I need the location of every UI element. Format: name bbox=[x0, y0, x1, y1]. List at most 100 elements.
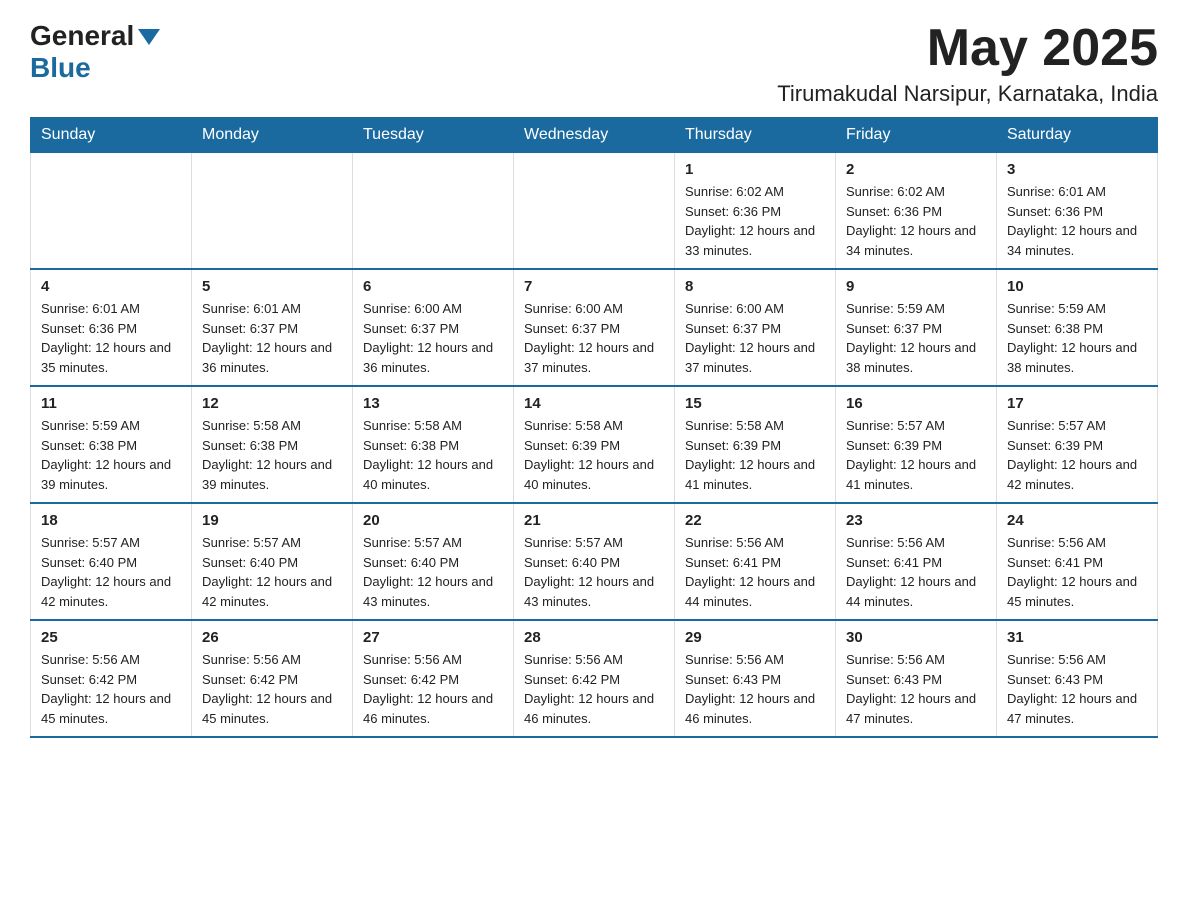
day-info: Sunrise: 6:00 AMSunset: 6:37 PMDaylight:… bbox=[524, 299, 664, 377]
calendar-cell: 1 Sunrise: 6:02 AMSunset: 6:36 PMDaylight… bbox=[675, 153, 836, 270]
page-header: General Blue May 2025 Tirumakudal Narsip… bbox=[30, 20, 1158, 107]
day-of-week-header: Thursday bbox=[675, 118, 836, 153]
calendar-cell: 21 Sunrise: 5:57 AMSunset: 6:40 PMDayligh… bbox=[514, 503, 675, 620]
day-number: 10 bbox=[1007, 278, 1147, 295]
day-number: 7 bbox=[524, 278, 664, 295]
logo-arrow-icon bbox=[138, 29, 160, 50]
calendar-body: 1 Sunrise: 6:02 AMSunset: 6:36 PMDaylight… bbox=[31, 153, 1158, 738]
calendar-week-row: 25Sunrise: 5:56 AMSunset: 6:42 PMDayligh… bbox=[31, 620, 1158, 737]
calendar-cell: 9Sunrise: 5:59 AMSunset: 6:37 PMDaylight… bbox=[836, 269, 997, 386]
day-info: Sunrise: 5:56 AMSunset: 6:42 PMDaylight:… bbox=[202, 650, 342, 728]
calendar-cell: 16Sunrise: 5:57 AMSunset: 6:39 PMDayligh… bbox=[836, 386, 997, 503]
location-title: Tirumakudal Narsipur, Karnataka, India bbox=[777, 81, 1158, 107]
calendar-header: SundayMondayTuesdayWednesdayThursdayFrid… bbox=[31, 118, 1158, 153]
calendar-cell: 24 Sunrise: 5:56 AMSunset: 6:41 PMDayligh… bbox=[997, 503, 1158, 620]
day-number: 18 bbox=[41, 512, 181, 529]
day-info: Sunrise: 5:56 AMSunset: 6:42 PMDaylight:… bbox=[524, 650, 664, 728]
calendar-week-row: 11Sunrise: 5:59 AMSunset: 6:38 PMDayligh… bbox=[31, 386, 1158, 503]
day-number: 29 bbox=[685, 629, 825, 646]
day-number: 5 bbox=[202, 278, 342, 295]
day-number: 3 bbox=[1007, 161, 1147, 178]
calendar-cell: 17 Sunrise: 5:57 AMSunset: 6:39 PMDayligh… bbox=[997, 386, 1158, 503]
day-info: Sunrise: 6:01 AMSunset: 6:37 PMDaylight:… bbox=[202, 299, 342, 377]
calendar-cell bbox=[31, 153, 192, 270]
day-info: Sunrise: 5:59 AMSunset: 6:38 PMDaylight:… bbox=[41, 416, 181, 494]
calendar-cell: 3 Sunrise: 6:01 AMSunset: 6:36 PMDaylight… bbox=[997, 153, 1158, 270]
day-number: 19 bbox=[202, 512, 342, 529]
day-number: 21 bbox=[524, 512, 664, 529]
calendar-cell: 6 Sunrise: 6:00 AMSunset: 6:37 PMDaylight… bbox=[353, 269, 514, 386]
day-number: 20 bbox=[363, 512, 503, 529]
day-number: 28 bbox=[524, 629, 664, 646]
day-info: Sunrise: 6:02 AMSunset: 6:36 PMDaylight:… bbox=[846, 182, 986, 260]
day-info: Sunrise: 5:58 AMSunset: 6:38 PMDaylight:… bbox=[363, 416, 503, 494]
calendar-table: SundayMondayTuesdayWednesdayThursdayFrid… bbox=[30, 117, 1158, 738]
day-of-week-header: Sunday bbox=[31, 118, 192, 153]
day-number: 6 bbox=[363, 278, 503, 295]
day-info: Sunrise: 5:57 AMSunset: 6:40 PMDaylight:… bbox=[202, 533, 342, 611]
logo-general-text: General bbox=[30, 20, 134, 52]
day-info: Sunrise: 6:01 AMSunset: 6:36 PMDaylight:… bbox=[1007, 182, 1147, 260]
day-number: 12 bbox=[202, 395, 342, 412]
calendar-cell: 10 Sunrise: 5:59 AMSunset: 6:38 PMDayligh… bbox=[997, 269, 1158, 386]
calendar-week-row: 4Sunrise: 6:01 AMSunset: 6:36 PMDaylight… bbox=[31, 269, 1158, 386]
day-info: Sunrise: 5:59 AMSunset: 6:37 PMDaylight:… bbox=[846, 299, 986, 377]
calendar-cell: 27 Sunrise: 5:56 AMSunset: 6:42 PMDayligh… bbox=[353, 620, 514, 737]
day-number: 24 bbox=[1007, 512, 1147, 529]
day-info: Sunrise: 5:57 AMSunset: 6:40 PMDaylight:… bbox=[363, 533, 503, 611]
calendar-cell: 18 Sunrise: 5:57 AMSunset: 6:40 PMDayligh… bbox=[31, 503, 192, 620]
calendar-cell: 2Sunrise: 6:02 AMSunset: 6:36 PMDaylight… bbox=[836, 153, 997, 270]
day-number: 1 bbox=[685, 161, 825, 178]
calendar-cell: 13Sunrise: 5:58 AMSunset: 6:38 PMDayligh… bbox=[353, 386, 514, 503]
day-of-week-header: Wednesday bbox=[514, 118, 675, 153]
calendar-cell bbox=[192, 153, 353, 270]
calendar-cell: 29Sunrise: 5:56 AMSunset: 6:43 PMDayligh… bbox=[675, 620, 836, 737]
day-info: Sunrise: 6:00 AMSunset: 6:37 PMDaylight:… bbox=[363, 299, 503, 377]
days-of-week-row: SundayMondayTuesdayWednesdayThursdayFrid… bbox=[31, 118, 1158, 153]
calendar-cell: 14Sunrise: 5:58 AMSunset: 6:39 PMDayligh… bbox=[514, 386, 675, 503]
day-of-week-header: Saturday bbox=[997, 118, 1158, 153]
day-number: 22 bbox=[685, 512, 825, 529]
day-of-week-header: Monday bbox=[192, 118, 353, 153]
day-info: Sunrise: 5:56 AMSunset: 6:43 PMDaylight:… bbox=[846, 650, 986, 728]
logo: General Blue bbox=[30, 20, 160, 84]
day-info: Sunrise: 5:56 AMSunset: 6:42 PMDaylight:… bbox=[41, 650, 181, 728]
calendar-cell: 7 Sunrise: 6:00 AMSunset: 6:37 PMDaylight… bbox=[514, 269, 675, 386]
logo-blue-text: Blue bbox=[30, 52, 91, 83]
calendar-cell: 23Sunrise: 5:56 AMSunset: 6:41 PMDayligh… bbox=[836, 503, 997, 620]
day-info: Sunrise: 5:59 AMSunset: 6:38 PMDaylight:… bbox=[1007, 299, 1147, 377]
calendar-cell: 15Sunrise: 5:58 AMSunset: 6:39 PMDayligh… bbox=[675, 386, 836, 503]
day-number: 17 bbox=[1007, 395, 1147, 412]
day-of-week-header: Friday bbox=[836, 118, 997, 153]
calendar-cell: 30Sunrise: 5:56 AMSunset: 6:43 PMDayligh… bbox=[836, 620, 997, 737]
day-info: Sunrise: 5:56 AMSunset: 6:42 PMDaylight:… bbox=[363, 650, 503, 728]
calendar-cell bbox=[353, 153, 514, 270]
day-number: 31 bbox=[1007, 629, 1147, 646]
calendar-cell: 28 Sunrise: 5:56 AMSunset: 6:42 PMDayligh… bbox=[514, 620, 675, 737]
day-info: Sunrise: 5:57 AMSunset: 6:39 PMDaylight:… bbox=[846, 416, 986, 494]
day-info: Sunrise: 6:02 AMSunset: 6:36 PMDaylight:… bbox=[685, 182, 825, 260]
calendar-cell: 26Sunrise: 5:56 AMSunset: 6:42 PMDayligh… bbox=[192, 620, 353, 737]
day-of-week-header: Tuesday bbox=[353, 118, 514, 153]
day-info: Sunrise: 5:56 AMSunset: 6:43 PMDaylight:… bbox=[1007, 650, 1147, 728]
calendar-cell: 12Sunrise: 5:58 AMSunset: 6:38 PMDayligh… bbox=[192, 386, 353, 503]
calendar-cell: 5 Sunrise: 6:01 AMSunset: 6:37 PMDaylight… bbox=[192, 269, 353, 386]
day-number: 27 bbox=[363, 629, 503, 646]
title-section: May 2025 Tirumakudal Narsipur, Karnataka… bbox=[777, 20, 1158, 107]
calendar-cell: 11Sunrise: 5:59 AMSunset: 6:38 PMDayligh… bbox=[31, 386, 192, 503]
calendar-week-row: 1 Sunrise: 6:02 AMSunset: 6:36 PMDaylight… bbox=[31, 153, 1158, 270]
calendar-cell: 20 Sunrise: 5:57 AMSunset: 6:40 PMDayligh… bbox=[353, 503, 514, 620]
day-info: Sunrise: 6:01 AMSunset: 6:36 PMDaylight:… bbox=[41, 299, 181, 377]
calendar-cell: 8Sunrise: 6:00 AMSunset: 6:37 PMDaylight… bbox=[675, 269, 836, 386]
day-info: Sunrise: 5:57 AMSunset: 6:40 PMDaylight:… bbox=[41, 533, 181, 611]
calendar-cell: 31 Sunrise: 5:56 AMSunset: 6:43 PMDayligh… bbox=[997, 620, 1158, 737]
day-info: Sunrise: 5:57 AMSunset: 6:40 PMDaylight:… bbox=[524, 533, 664, 611]
calendar-week-row: 18 Sunrise: 5:57 AMSunset: 6:40 PMDayligh… bbox=[31, 503, 1158, 620]
day-info: Sunrise: 5:58 AMSunset: 6:39 PMDaylight:… bbox=[524, 416, 664, 494]
day-info: Sunrise: 5:56 AMSunset: 6:41 PMDaylight:… bbox=[685, 533, 825, 611]
day-info: Sunrise: 5:57 AMSunset: 6:39 PMDaylight:… bbox=[1007, 416, 1147, 494]
calendar-cell: 4Sunrise: 6:01 AMSunset: 6:36 PMDaylight… bbox=[31, 269, 192, 386]
day-info: Sunrise: 5:56 AMSunset: 6:41 PMDaylight:… bbox=[1007, 533, 1147, 611]
month-title: May 2025 bbox=[777, 20, 1158, 77]
day-number: 8 bbox=[685, 278, 825, 295]
